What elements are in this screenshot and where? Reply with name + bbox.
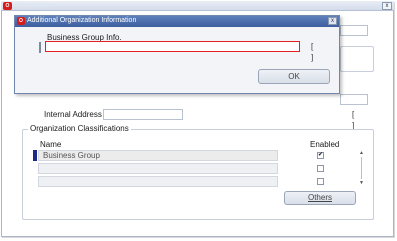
enabled-checkbox[interactable]: [317, 165, 324, 172]
dialog-title: Additional Organization Information: [27, 17, 137, 24]
classification-name-cell[interactable]: [38, 163, 278, 174]
ok-button[interactable]: OK: [258, 69, 330, 84]
background-field-top[interactable]: [340, 25, 368, 36]
others-button[interactable]: Others: [284, 191, 356, 205]
window-title: Organization: [14, 2, 54, 9]
scroll-up-icon[interactable]: ▲: [359, 150, 364, 156]
enabled-column-header: Enabled: [310, 140, 340, 149]
current-record-indicator: [33, 150, 37, 161]
dialog-flex-field[interactable]: [ ]: [311, 41, 331, 62]
scroll-down-icon[interactable]: ▼: [359, 180, 364, 186]
name-column-header: Name: [40, 140, 62, 149]
enabled-checkbox[interactable]: [317, 178, 324, 185]
oracle-icon: O: [3, 2, 12, 10]
background-groupbox-right: [340, 46, 374, 72]
classifications-title: Organization Classifications: [28, 124, 131, 133]
enabled-checkbox[interactable]: ✔: [317, 152, 324, 159]
scrollbar-track[interactable]: [361, 157, 362, 179]
internal-address-flex-field[interactable]: [ ]: [352, 109, 372, 130]
window-close-icon[interactable]: x: [382, 2, 392, 10]
dialog-oracle-icon: O: [17, 17, 25, 25]
classification-name-cell[interactable]: Business Group: [38, 150, 278, 161]
classification-name-cell[interactable]: [38, 176, 278, 187]
business-group-info-field[interactable]: [45, 41, 300, 52]
background-field-mid[interactable]: [340, 94, 368, 105]
field-indicator: [39, 42, 41, 53]
internal-address-field[interactable]: [103, 109, 183, 120]
dialog-close-icon[interactable]: x: [328, 17, 337, 25]
organization-titlebar[interactable]: [1, 1, 394, 11]
internal-address-label: Internal Address: [44, 110, 102, 119]
